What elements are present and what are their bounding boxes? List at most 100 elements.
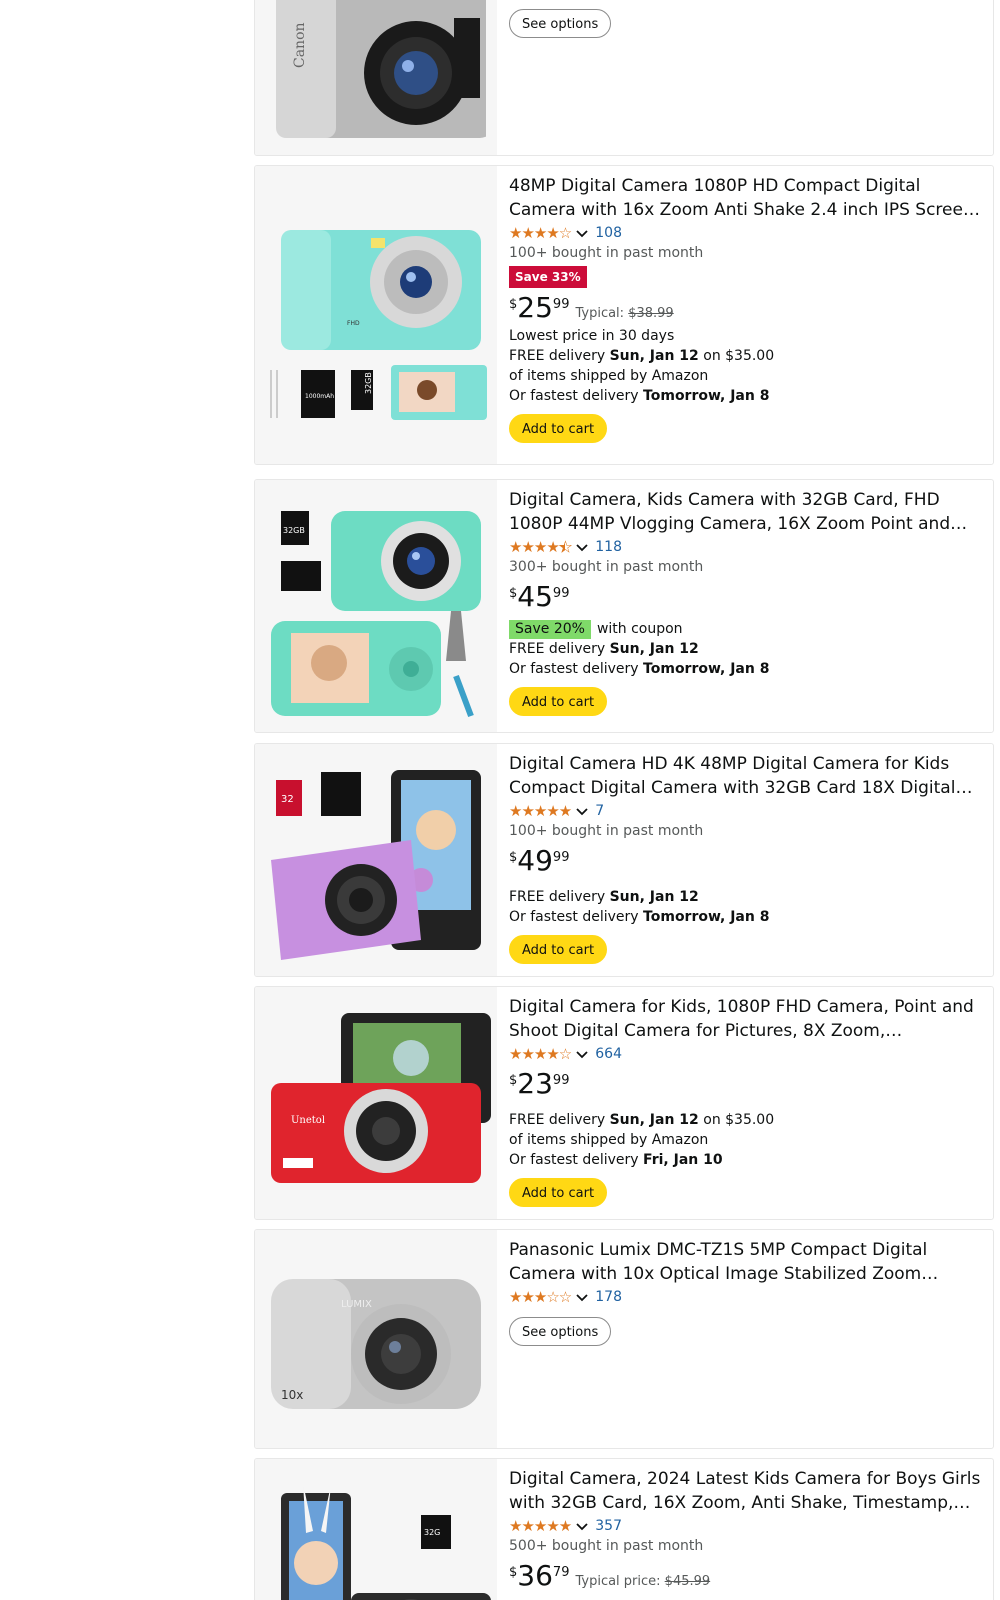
chevron-down-icon[interactable] [575,804,589,818]
delivery-prefix: FREE delivery [509,1112,610,1128]
chevron-down-icon[interactable] [575,1290,589,1304]
fastest-date: Tomorrow, Jan 8 [643,909,770,925]
black-kids-camera-icon: 32G [281,1483,491,1600]
price-whole: 36 [517,1559,553,1592]
svg-text:32GB: 32GB [283,526,305,535]
delivery-prefix: FREE delivery [509,348,610,364]
coupon-text: with coupon [596,621,683,637]
delivery-info: FREE delivery Sun, Jan 12 on $35.00 [509,346,983,366]
price-fraction: 79 [552,1565,570,1580]
product-title-link[interactable]: 48MP Digital Camera 1080P HD Compact Dig… [509,174,983,222]
rating-count-link[interactable]: 118 [595,539,622,555]
fastest-delivery: Or fastest delivery Tomorrow, Jan 8 [509,659,983,679]
typical-price: Typical price: $45.99 [575,1574,710,1589]
product-title-link[interactable]: Panasonic Lumix DMC-TZ1S 5MP Compact Dig… [509,1238,983,1286]
price-whole: 25 [517,291,553,324]
svg-text:FHD: FHD [347,320,360,327]
product-title-link[interactable]: Digital Camera, 2024 Latest Kids Camera … [509,1467,983,1515]
product-title-link[interactable]: Digital Camera for Kids, 1080P FHD Camer… [509,995,983,1043]
product-card: 32GB Digital Camera, Kids Camera with 32… [254,479,994,733]
coupon[interactable]: Save 20% with coupon [509,619,983,639]
delivery-date: Sun, Jan 12 [609,348,699,364]
typical-price-label: Typical price: [575,1574,665,1589]
chevron-down-icon[interactable] [575,1047,589,1061]
star-rating[interactable]: ★★★★ ☆ [509,223,572,242]
price-fraction: 99 [552,850,570,865]
chevron-down-icon[interactable] [575,226,589,240]
product-title-link[interactable]: Digital Camera HD 4K 48MP Digital Camera… [509,752,983,800]
rating-count-link[interactable]: 108 [595,225,622,241]
star-icon: ★★★★★ [509,801,572,820]
rating-count-link[interactable]: 178 [595,1289,622,1305]
delivery-date: Sun, Jan 12 [609,889,699,905]
delivery-prefix: FREE delivery [509,889,610,905]
svg-text:Canon: Canon [292,22,308,68]
star-half-icon: ★ [558,537,573,556]
chevron-down-icon[interactable] [575,1519,589,1533]
price[interactable]: $23 99 [509,1070,983,1102]
star-rating[interactable]: ★★★★★ [509,1518,572,1534]
fastest-delivery: Or fastest delivery Fri, Jan 10 [509,1150,983,1170]
silver-canon-camera-icon: Canon [276,0,486,138]
delivery-prefix: FREE delivery [509,641,610,657]
product-image[interactable]: Unetol [255,987,497,1219]
price-fraction: 99 [552,297,570,312]
delivery-date: Sun, Jan 12 [609,1112,699,1128]
rating-count-link[interactable]: 664 [595,1046,622,1062]
bought-past-month: 100+ bought in past month [509,245,704,261]
price-whole: 49 [517,844,553,877]
svg-text:32: 32 [281,794,294,805]
bought-past-month: 300+ bought in past month [509,559,704,575]
add-to-cart-button[interactable]: Add to cart [509,935,608,964]
star-icon: ★★★★ [509,1044,560,1063]
price-whole: 45 [517,580,553,613]
see-options-button[interactable]: See options [509,1317,612,1346]
product-image[interactable]: 32GB [255,480,497,732]
price-whole: 23 [517,1067,553,1100]
star-rating[interactable]: ★★★ ☆☆ [509,1287,572,1306]
product-image[interactable]: 32G [255,1459,497,1600]
svg-text:Unetol: Unetol [291,1115,325,1126]
price[interactable]: $45 99 [509,583,983,615]
add-to-cart-button[interactable]: Add to cart [509,1178,608,1207]
chevron-down-icon[interactable] [575,540,589,554]
fastest-prefix: Or fastest delivery [509,388,644,404]
star-rating[interactable]: ★★★★ ☆ [509,1044,572,1063]
price-fraction: 99 [552,586,570,601]
price-symbol: $ [509,1565,518,1580]
rating-count-link[interactable]: 7 [595,803,604,819]
product-card: FHD 1000mAh 32GB 48MP Digital Camera 108… [254,165,994,465]
typical-price-label: Typical: [575,306,629,321]
see-options-button[interactable]: See options [509,9,612,38]
star-rating[interactable]: ★★★★★ [509,801,572,820]
price[interactable]: $36 79 Typical price: $45.99 [509,1562,983,1594]
delivery-info: FREE delivery Sun, Jan 12 on $35.00 [509,1110,983,1130]
product-image[interactable]: Canon [255,0,497,155]
product-image[interactable]: FHD 1000mAh 32GB [255,166,497,464]
star-icon: ★★★★ [509,223,560,242]
product-image[interactable]: 32 [255,744,497,976]
typical-price: Typical: $38.99 [575,306,673,321]
svg-text:10x: 10x [281,1388,303,1402]
add-to-cart-button[interactable]: Add to cart [509,687,608,716]
svg-text:32GB: 32GB [364,372,373,394]
price-symbol: $ [509,297,518,312]
delivery-shipped-by: of items shipped by Amazon [509,368,709,384]
fastest-prefix: Or fastest delivery [509,909,644,925]
delivery-shipped-by: of items shipped by Amazon [509,1132,709,1148]
star-empty-icon: ☆☆ [546,1287,572,1306]
price[interactable]: $49 99 [509,847,983,879]
rating-count-link[interactable]: 357 [595,1518,622,1534]
add-to-cart-button[interactable]: Add to cart [509,414,608,443]
delivery-info: FREE delivery Sun, Jan 12 [509,887,983,907]
star-icon: ★★★ [509,1287,547,1306]
price[interactable]: $25 99 Typical: $38.99 [509,294,983,326]
product-title-link[interactable]: Digital Camera, Kids Camera with 32GB Ca… [509,488,983,536]
deal-badge: Save 33% [509,266,587,288]
typical-price-value: $38.99 [628,306,674,321]
product-image[interactable]: LUMIX 10x [255,1230,497,1448]
product-card: LUMIX 10x Panasonic Lumix DMC-TZ1S 5MP C… [254,1229,994,1449]
fastest-delivery: Or fastest delivery Tomorrow, Jan 8 [509,386,983,406]
star-rating[interactable]: ★★★★★ [509,537,573,556]
typical-price-value: $45.99 [664,1574,711,1589]
